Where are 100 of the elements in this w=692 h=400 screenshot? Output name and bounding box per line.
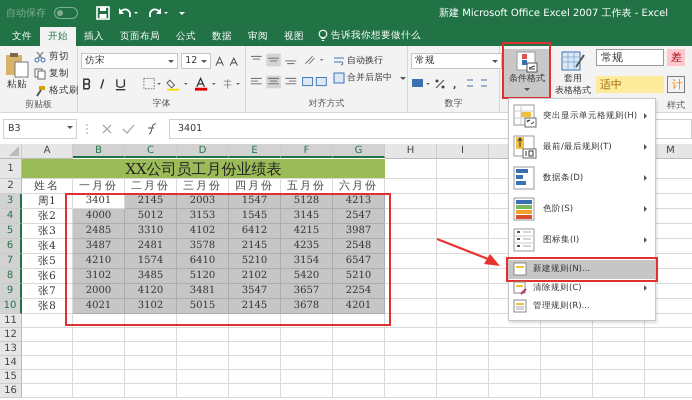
cell-style[interactable]: 适中 bbox=[596, 76, 664, 92]
row-header[interactable]: 1 bbox=[0, 159, 22, 179]
column-title: 三月份 bbox=[177, 179, 229, 194]
empty-cell bbox=[333, 356, 385, 370]
empty-cell bbox=[489, 384, 541, 398]
column-title: 六月份 bbox=[333, 179, 385, 194]
column-header[interactable]: E bbox=[229, 144, 281, 158]
table-cell: 1547 bbox=[229, 194, 281, 209]
menu-item[interactable]: 图标集(I) bbox=[509, 224, 655, 255]
undo-icon[interactable] bbox=[118, 6, 140, 20]
empty-cell bbox=[541, 342, 593, 356]
empty-cell bbox=[177, 356, 229, 370]
column-title: 二月份 bbox=[125, 179, 177, 194]
empty-cell bbox=[177, 370, 229, 384]
empty-cell bbox=[541, 384, 593, 398]
empty-cell bbox=[229, 328, 281, 342]
empty-cell bbox=[437, 370, 489, 384]
font-size-field[interactable]: 12 bbox=[181, 53, 211, 69]
ribbon-tab[interactable]: 审阅 bbox=[240, 27, 276, 46]
empty-cell bbox=[229, 314, 281, 328]
manage-rules-icon bbox=[513, 299, 527, 314]
row-header[interactable]: 7 bbox=[0, 254, 22, 269]
data-bars-icon bbox=[513, 166, 537, 190]
font-color-icon[interactable] bbox=[194, 77, 218, 91]
cut-button[interactable]: 剪切 bbox=[34, 49, 79, 64]
cell-style[interactable]: 常规 bbox=[596, 49, 664, 66]
row-header[interactable]: 16 bbox=[0, 384, 22, 398]
menu-item[interactable]: 数据条(D) bbox=[509, 162, 655, 193]
menu-item[interactable]: 色阶(S) bbox=[509, 193, 655, 224]
empty-cell bbox=[229, 384, 281, 398]
phonetic-icon[interactable] bbox=[221, 77, 242, 91]
menu-item[interactable]: 清除规则(C) bbox=[509, 278, 655, 297]
empty-cell bbox=[541, 356, 593, 370]
column-header[interactable]: H bbox=[385, 144, 437, 159]
ribbon-tab[interactable]: 页面布局 bbox=[112, 27, 168, 46]
empty-cell bbox=[333, 314, 385, 328]
row-header[interactable]: 8 bbox=[0, 269, 22, 284]
column-header[interactable]: A bbox=[22, 144, 73, 159]
row-header[interactable]: 15 bbox=[0, 370, 22, 384]
row-header[interactable]: 9 bbox=[0, 284, 22, 299]
customize-icon[interactable] bbox=[178, 9, 186, 17]
menu-item[interactable]: 新建规则(N)... bbox=[509, 260, 655, 278]
ribbon-tab[interactable]: 数据 bbox=[204, 27, 240, 46]
table-cell: 1545 bbox=[229, 209, 281, 224]
ribbon-tab[interactable]: 文件 bbox=[4, 27, 40, 46]
row-header[interactable]: 4 bbox=[0, 209, 22, 224]
table-cell: 6547 bbox=[333, 254, 385, 269]
ribbon-tab[interactable]: 插入 bbox=[76, 27, 112, 46]
empty-cell bbox=[125, 328, 177, 342]
table-cell: 4215 bbox=[281, 224, 333, 239]
highlight-rules-icon bbox=[513, 104, 537, 128]
row-header[interactable]: 3 bbox=[0, 194, 22, 209]
ribbon-tab[interactable]: 公式 bbox=[168, 27, 204, 46]
row-header[interactable]: 11 bbox=[0, 314, 22, 328]
conditional-formatting-button[interactable]: 条件格式 bbox=[504, 49, 550, 99]
empty-cell bbox=[125, 314, 177, 328]
tell-me-search[interactable]: 告诉我你想要做什么 bbox=[331, 29, 421, 46]
column-header[interactable]: D bbox=[177, 144, 229, 158]
wrap-text-button[interactable]: 自动换行 bbox=[333, 53, 406, 68]
column-header[interactable]: F bbox=[281, 144, 333, 158]
borders-icon[interactable] bbox=[142, 77, 164, 91]
column-header[interactable]: B bbox=[73, 144, 125, 158]
autosave-toggle[interactable] bbox=[54, 7, 78, 19]
column-header[interactable]: I bbox=[437, 144, 489, 159]
empty-cell bbox=[333, 370, 385, 384]
column-header[interactable]: C bbox=[125, 144, 177, 158]
row-header[interactable]: 14 bbox=[0, 356, 22, 370]
top-bottom-rules-icon bbox=[513, 134, 537, 158]
empty-cell bbox=[333, 384, 385, 398]
column-header[interactable]: G bbox=[333, 144, 385, 158]
merge-center-button[interactable]: 合并后居中 bbox=[333, 70, 406, 85]
table-cell: 3487 bbox=[73, 239, 125, 254]
autosave-label: 自动保存 bbox=[6, 7, 46, 20]
ribbon-tab[interactable]: 视图 bbox=[276, 27, 312, 46]
row-header[interactable]: 13 bbox=[0, 342, 22, 356]
copy-button[interactable]: 复制 bbox=[34, 66, 79, 81]
format-as-table-button[interactable]: 套用 表格格式 bbox=[553, 49, 593, 99]
row-header[interactable]: 12 bbox=[0, 328, 22, 342]
ribbon-tab[interactable]: 开始 bbox=[40, 27, 76, 46]
table-cell: 5120 bbox=[177, 269, 229, 284]
row-header[interactable]: 6 bbox=[0, 239, 22, 254]
row-header[interactable]: 10 bbox=[0, 299, 22, 314]
empty-cell bbox=[489, 370, 541, 384]
empty-cell bbox=[177, 384, 229, 398]
table-cell: 3154 bbox=[281, 254, 333, 269]
align-left-icon[interactable] bbox=[249, 75, 329, 89]
save-icon[interactable] bbox=[96, 6, 110, 20]
font-name-field[interactable]: 仿宋 bbox=[81, 53, 178, 69]
table-cell: 4201 bbox=[333, 299, 385, 314]
name-box[interactable]: B3 bbox=[3, 119, 77, 139]
format-painter-button[interactable]: 格式刷 bbox=[34, 83, 79, 98]
paste-button[interactable]: 粘贴 bbox=[3, 49, 31, 98]
redo-icon[interactable] bbox=[148, 6, 170, 20]
row-header[interactable]: 5 bbox=[0, 224, 22, 239]
number-format-field[interactable]: 常规 bbox=[411, 53, 502, 69]
row-header[interactable]: 2 bbox=[0, 179, 22, 194]
menu-item[interactable]: 管理规则(R)... bbox=[509, 297, 655, 316]
column-title: 四月份 bbox=[229, 179, 281, 194]
cell-style[interactable]: 差 bbox=[667, 49, 685, 66]
group-label: 数字 bbox=[444, 98, 462, 111]
